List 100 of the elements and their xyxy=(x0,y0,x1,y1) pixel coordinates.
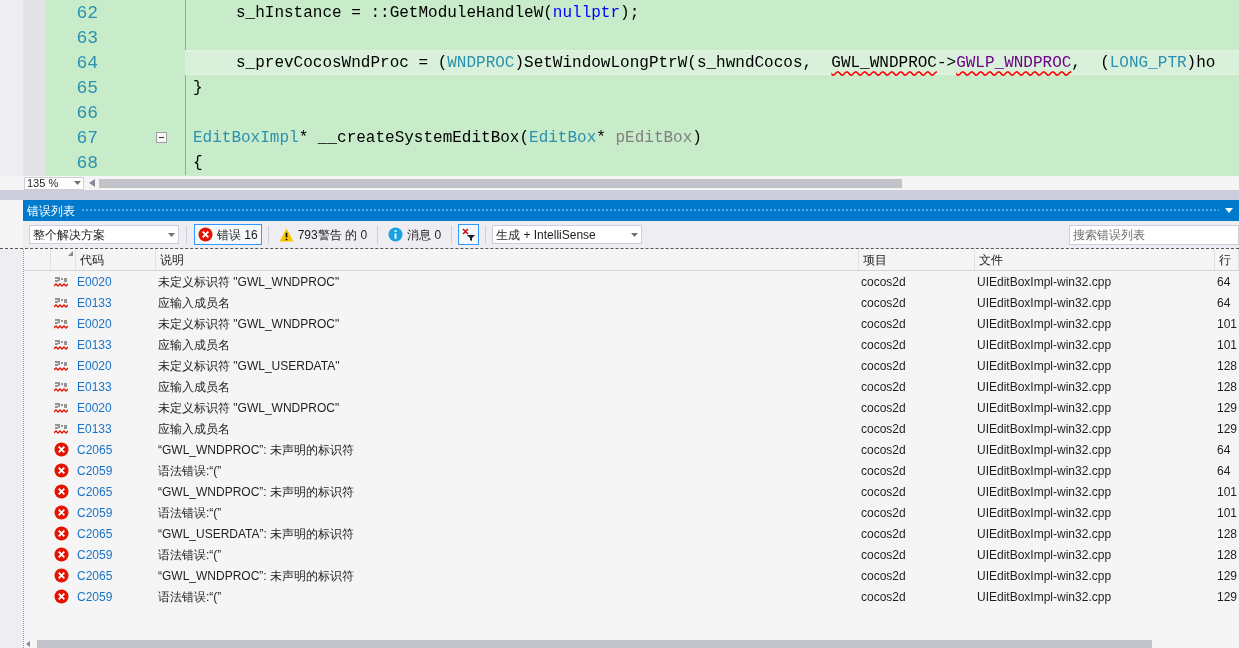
table-cell-text: 129 xyxy=(1216,420,1239,438)
table-cell-text: 101 xyxy=(1216,315,1239,333)
error-row[interactable]: E0133 应输入成员名 cocos2d UIEditBoxImpl-win32.cpp 128 xyxy=(24,376,1239,397)
scrollbar-thumb[interactable] xyxy=(37,640,1152,648)
table-cell-text: 129 xyxy=(1216,567,1239,585)
error-code-link[interactable]: E0020 xyxy=(76,356,156,375)
table-cell-text: 129 xyxy=(1216,588,1239,606)
error-row[interactable]: E0020 未定义标识符 "GWL_WNDPROC" cocos2d UIEditBoxImpl-win32.cpp 64 xyxy=(24,271,1239,292)
code-line: s_hInstance = ::GetModuleHandleW(nullptr); xyxy=(235,2,641,24)
error-row[interactable]: E0133 应输入成员名 cocos2d UIEditBoxImpl-win32.cpp 129 xyxy=(24,418,1239,439)
scroll-left-icon[interactable] xyxy=(26,641,30,647)
table-cell-text: UIEditBoxImpl-win32.cpp xyxy=(976,273,1113,291)
table-cell-text: cocos2d xyxy=(860,588,907,606)
column-header[interactable]: 代码 xyxy=(76,249,156,270)
table-cell-text: cocos2d xyxy=(860,483,907,501)
table-cell-text: UIEditBoxImpl-win32.cpp xyxy=(976,588,1113,606)
error-code-link[interactable]: E0133 xyxy=(76,377,156,396)
error-row[interactable]: C2059 语法错误:“(” cocos2d UIEditBoxImpl-win32.cpp 64 xyxy=(24,460,1239,481)
error-code-link[interactable]: E0133 xyxy=(76,419,156,438)
table-cell-text: 语法错误:“(” xyxy=(157,462,223,480)
squiggle-icon xyxy=(54,296,68,309)
table-cell-text: 未定义标识符 "GWL_USERDATA" xyxy=(157,357,341,375)
filter-button[interactable]: 793警告 的 0 xyxy=(274,224,372,245)
table-cell-text: UIEditBoxImpl-win32.cpp xyxy=(976,546,1113,564)
table-cell-text: cocos2d xyxy=(860,525,907,543)
column-header[interactable]: 说明 xyxy=(156,249,859,270)
collapse-icon[interactable] xyxy=(156,132,167,143)
scope-dropdown[interactable]: 整个解决方案 xyxy=(29,225,179,244)
table-cell-text: UIEditBoxImpl-win32.cpp xyxy=(976,420,1113,438)
squiggle-icon xyxy=(54,401,68,414)
error-row[interactable]: C2059 语法错误:“(” cocos2d UIEditBoxImpl-win32.cpp 101 xyxy=(24,502,1239,523)
error-row[interactable]: C2065 “GWL_WNDPROC”: 未声明的标识符 cocos2d UIEditBoxImpl-win32.cpp 129 xyxy=(24,565,1239,586)
squiggle-icon xyxy=(54,338,68,351)
error-icon xyxy=(54,505,69,520)
filter-button[interactable]: 消息 0 xyxy=(384,224,446,245)
table-cell-text: 128 xyxy=(1216,546,1239,564)
table-cell-text: cocos2d xyxy=(860,315,907,333)
error-icon xyxy=(54,568,69,583)
column-header[interactable]: 文件 xyxy=(975,249,1215,270)
error-code-link[interactable]: E0020 xyxy=(76,314,156,333)
line-number: 64 xyxy=(75,53,98,72)
scrollbar-thumb[interactable] xyxy=(99,178,902,188)
table-cell-text: cocos2d xyxy=(860,357,907,375)
table-cell-text: “GWL_WNDPROC”: 未声明的标识符 xyxy=(157,441,355,459)
error-row[interactable]: C2065 “GWL_USERDATA”: 未声明的标识符 cocos2d UIEditBoxImpl-win32.cpp 128 xyxy=(24,523,1239,544)
error-row[interactable]: C2065 “GWL_WNDPROC”: 未声明的标识符 cocos2d UIEditBoxImpl-win32.cpp 101 xyxy=(24,481,1239,502)
info-icon xyxy=(388,227,404,242)
table-cell-text: 应输入成员名 xyxy=(157,336,231,354)
error-row[interactable]: E0133 应输入成员名 cocos2d UIEditBoxImpl-win32.cpp 101 xyxy=(24,334,1239,355)
error-icon xyxy=(54,484,69,499)
error-code-link[interactable]: E0020 xyxy=(76,272,156,291)
code-line: EditBoxImpl* __createSystemEditBox(EditBox* pEditBox) xyxy=(192,127,703,149)
error-code-link[interactable]: E0133 xyxy=(76,335,156,354)
column-chooser-icon[interactable] xyxy=(68,251,73,256)
error-code-link[interactable]: C2059 xyxy=(76,545,156,564)
error-code-link[interactable]: C2065 xyxy=(76,566,156,585)
error-code-link[interactable]: C2059 xyxy=(76,587,156,606)
error-icon xyxy=(198,227,213,242)
line-number: 62 xyxy=(75,3,98,22)
error-row[interactable]: E0133 应输入成员名 cocos2d UIEditBoxImpl-win32.cpp 64 xyxy=(24,292,1239,313)
error-row[interactable]: E0020 未定义标识符 "GWL_USERDATA" cocos2d UIEditBoxImpl-win32.cpp 128 xyxy=(24,355,1239,376)
error-code-link[interactable]: C2059 xyxy=(76,503,156,522)
squiggle-icon xyxy=(54,422,68,435)
table-cell-text: 未定义标识符 "GWL_WNDPROC" xyxy=(157,315,341,333)
column-header[interactable]: 项目 xyxy=(859,249,975,270)
table-cell-text: 语法错误:“(” xyxy=(157,546,223,564)
filter-button[interactable]: 错误 16 xyxy=(194,224,262,245)
error-row[interactable]: E0020 未定义标识符 "GWL_WNDPROC" cocos2d UIEditBoxImpl-win32.cpp 101 xyxy=(24,313,1239,334)
table-cell-text: 语法错误:“(” xyxy=(157,504,223,522)
zoom-dropdown[interactable]: 135 % xyxy=(24,176,84,190)
error-row[interactable]: C2065 “GWL_WNDPROC”: 未声明的标识符 cocos2d UIEditBoxImpl-win32.cpp 64 xyxy=(24,439,1239,460)
column-header[interactable]: 行 xyxy=(1215,249,1239,270)
error-code-link[interactable]: E0020 xyxy=(76,398,156,417)
scroll-left-icon[interactable] xyxy=(89,179,95,187)
warning-icon xyxy=(278,227,294,242)
error-row[interactable]: E0020 未定义标识符 "GWL_WNDPROC" cocos2d UIEditBoxImpl-win32.cpp 129 xyxy=(24,397,1239,418)
table-cell-text: cocos2d xyxy=(860,399,907,417)
dropdown-icon[interactable] xyxy=(1225,208,1233,213)
line-number: 65 xyxy=(75,78,98,97)
error-code-link[interactable]: C2065 xyxy=(76,482,156,501)
error-code-link[interactable]: C2059 xyxy=(76,461,156,480)
table-cell-text: UIEditBoxImpl-win32.cpp xyxy=(976,483,1113,501)
source-dropdown[interactable]: 生成 + IntelliSense xyxy=(492,225,643,244)
table-cell-text: cocos2d xyxy=(860,294,907,312)
table-cell-text: cocos2d xyxy=(860,378,907,396)
error-icon xyxy=(54,547,69,562)
error-code-link[interactable]: C2065 xyxy=(76,524,156,543)
filter-toggle-button[interactable] xyxy=(458,224,480,245)
error-row[interactable]: C2059 语法错误:“(” cocos2d UIEditBoxImpl-win32.cpp 129 xyxy=(24,586,1239,607)
table-cell-text: UIEditBoxImpl-win32.cpp xyxy=(976,504,1113,522)
table-cell-text: UIEditBoxImpl-win32.cpp xyxy=(976,462,1113,480)
error-code-link[interactable]: C2065 xyxy=(76,440,156,459)
search-field[interactable]: 搜索错误列表 xyxy=(1069,224,1239,245)
error-code-link[interactable]: E0133 xyxy=(76,293,156,312)
table-cell-text: “GWL_USERDATA”: 未声明的标识符 xyxy=(157,525,356,543)
error-row[interactable]: C2059 语法错误:“(” cocos2d UIEditBoxImpl-win32.cpp 128 xyxy=(24,544,1239,565)
table-cell-text: 101 xyxy=(1216,336,1239,354)
table-cell-text: 应输入成员名 xyxy=(157,378,231,396)
error-icon xyxy=(54,442,69,457)
line-number: 68 xyxy=(75,153,98,172)
